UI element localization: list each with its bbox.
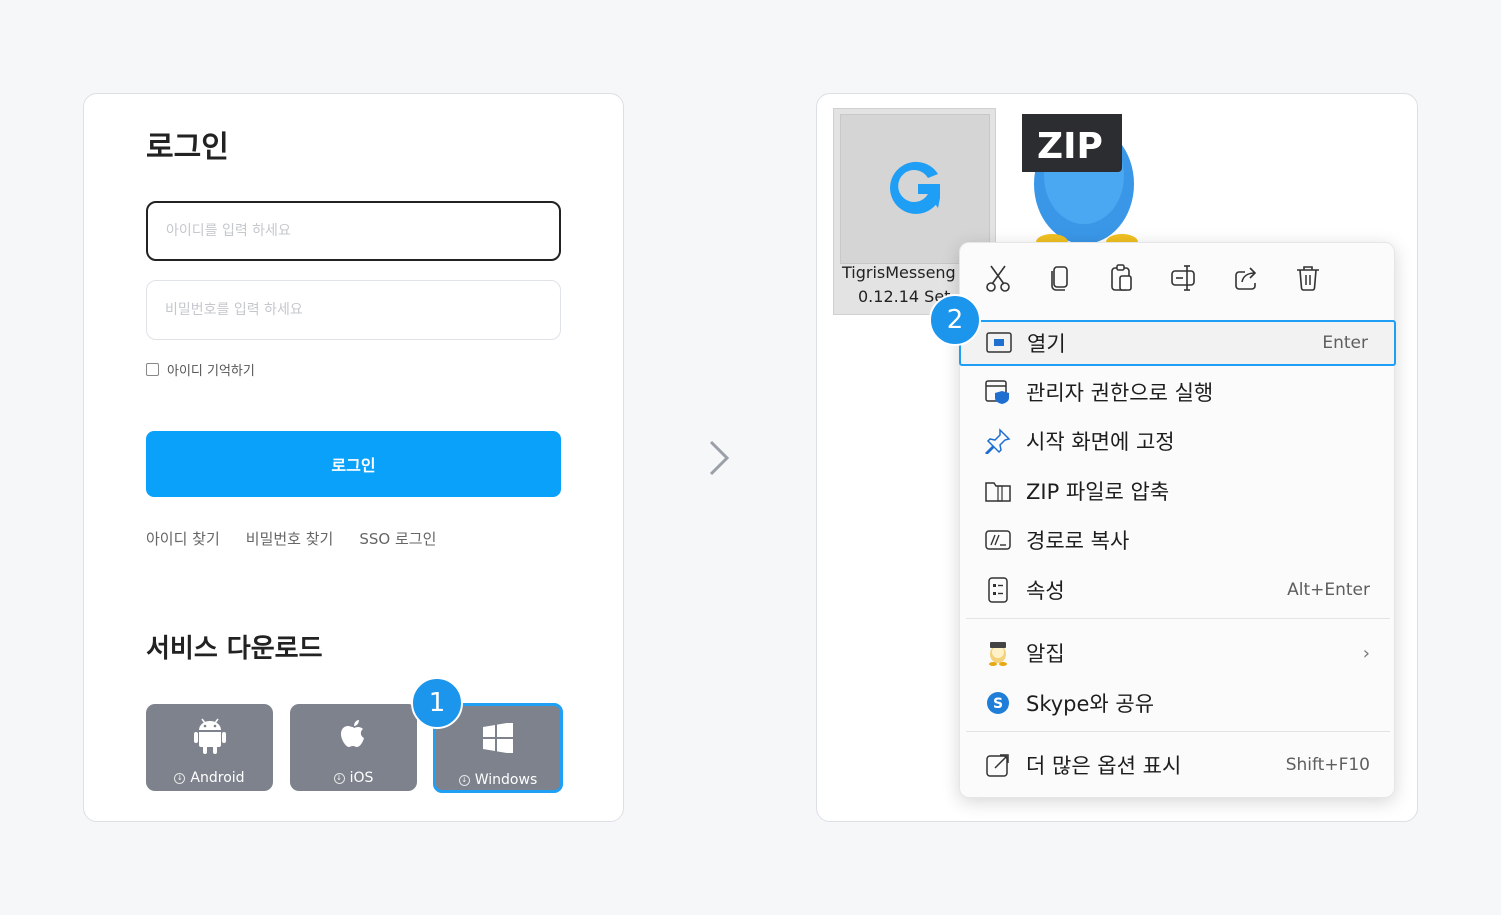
download-circle-icon: ↓ xyxy=(458,774,470,786)
menu-item-alzip[interactable]: 알집 › xyxy=(960,630,1396,676)
more-options-icon xyxy=(984,751,1012,779)
remember-id[interactable]: 아이디 기억하기 xyxy=(146,360,255,379)
find-id-link[interactable]: 아이디 찾기 xyxy=(146,528,220,549)
menu-item-label: Skype와 공유 xyxy=(1026,692,1155,716)
sso-login-link[interactable]: SSO 로그인 xyxy=(359,528,436,549)
windows-label: Windows xyxy=(474,772,538,788)
delete-icon[interactable] xyxy=(1294,263,1322,293)
context-menu: 열기 Enter 관리자 권한으로 실행 시작 화면에 고정 ZIP 파일로 압… xyxy=(959,242,1396,798)
menu-item-label: 더 많은 옵션 표시 xyxy=(1026,754,1182,778)
menu-item-copy-path[interactable]: 경로로 복사 xyxy=(960,517,1396,563)
login-links: 아이디 찾기 비밀번호 찾기 SSO 로그인 xyxy=(146,528,436,549)
alzip-icon xyxy=(984,639,1012,667)
menu-item-share-skype[interactable]: S Skype와 공유 xyxy=(960,680,1396,726)
paste-icon[interactable] xyxy=(1108,263,1136,293)
shortcut-label: Alt+Enter xyxy=(1287,580,1370,600)
menu-item-pin-to-start[interactable]: 시작 화면에 고정 xyxy=(960,418,1396,464)
step-badge-1: 1 xyxy=(411,677,463,729)
apple-icon xyxy=(339,718,369,754)
download-circle-icon: ↓ xyxy=(174,772,186,784)
android-label: Android xyxy=(190,770,245,786)
skype-icon: S xyxy=(984,689,1012,717)
chevron-right-icon xyxy=(705,438,735,482)
find-password-link[interactable]: 비밀번호 찾기 xyxy=(246,528,334,549)
explorer-panel: TigrisMesseng 0.12.14 Set ZIP 열기 Enter 관… xyxy=(816,93,1418,822)
shortcut-label: Enter xyxy=(1322,333,1368,353)
menu-separator xyxy=(966,731,1390,732)
menu-item-compress-zip[interactable]: ZIP 파일로 압축 xyxy=(960,468,1396,514)
svg-text:S: S xyxy=(993,696,1003,712)
download-ios-button[interactable]: ↓ iOS xyxy=(290,704,417,791)
alzip-file-icon[interactable]: ZIP xyxy=(1018,110,1172,250)
menu-item-properties[interactable]: 속성 Alt+Enter xyxy=(960,567,1396,613)
menu-item-label: 관리자 권한으로 실행 xyxy=(1026,381,1214,405)
shortcut-label: Shift+F10 xyxy=(1285,755,1370,775)
download-title: 서비스 다운로드 xyxy=(146,634,323,664)
menu-item-label: 경로로 복사 xyxy=(1026,529,1130,553)
cut-icon[interactable] xyxy=(984,263,1012,293)
properties-icon xyxy=(984,576,1012,604)
chevron-right-icon: › xyxy=(1362,642,1370,664)
zip-folder-icon xyxy=(984,477,1012,505)
remember-checkbox[interactable] xyxy=(146,363,159,376)
rename-icon[interactable] xyxy=(1170,263,1198,293)
open-icon xyxy=(985,329,1013,357)
menu-separator xyxy=(966,618,1390,619)
context-toolbar xyxy=(984,263,1322,293)
login-button[interactable]: 로그인 xyxy=(146,431,561,497)
step-badge-2: 2 xyxy=(929,294,981,346)
password-input[interactable] xyxy=(146,280,561,340)
copy-icon[interactable] xyxy=(1046,263,1074,293)
menu-item-label: 열기 xyxy=(1027,332,1066,356)
menu-item-label: 시작 화면에 고정 xyxy=(1026,430,1175,454)
menu-item-open[interactable]: 열기 Enter xyxy=(959,320,1396,366)
menu-item-label: 속성 xyxy=(1026,579,1065,603)
ios-label: iOS xyxy=(349,770,374,786)
download-circle-icon: ↓ xyxy=(333,772,345,784)
menu-item-label: 알집 xyxy=(1026,642,1065,666)
menu-item-run-as-admin[interactable]: 관리자 권한으로 실행 xyxy=(960,369,1396,415)
admin-shield-icon xyxy=(984,378,1012,406)
download-android-button[interactable]: ↓ Android xyxy=(146,704,273,791)
zip-label: ZIP xyxy=(1037,126,1103,167)
copy-path-icon xyxy=(984,526,1012,554)
menu-item-label: ZIP 파일로 압축 xyxy=(1026,480,1170,504)
id-input[interactable] xyxy=(146,201,561,261)
windows-icon xyxy=(483,720,513,756)
pin-icon xyxy=(984,427,1012,455)
android-icon xyxy=(193,718,226,754)
menu-item-more-options[interactable]: 더 많은 옵션 표시 Shift+F10 xyxy=(960,742,1396,788)
login-panel: 로그인 아이디 기억하기 로그인 아이디 찾기 비밀번호 찾기 SSO 로그인 … xyxy=(83,93,624,822)
login-title: 로그인 xyxy=(146,130,229,165)
share-icon[interactable] xyxy=(1232,263,1260,293)
remember-label: 아이디 기억하기 xyxy=(167,364,255,379)
